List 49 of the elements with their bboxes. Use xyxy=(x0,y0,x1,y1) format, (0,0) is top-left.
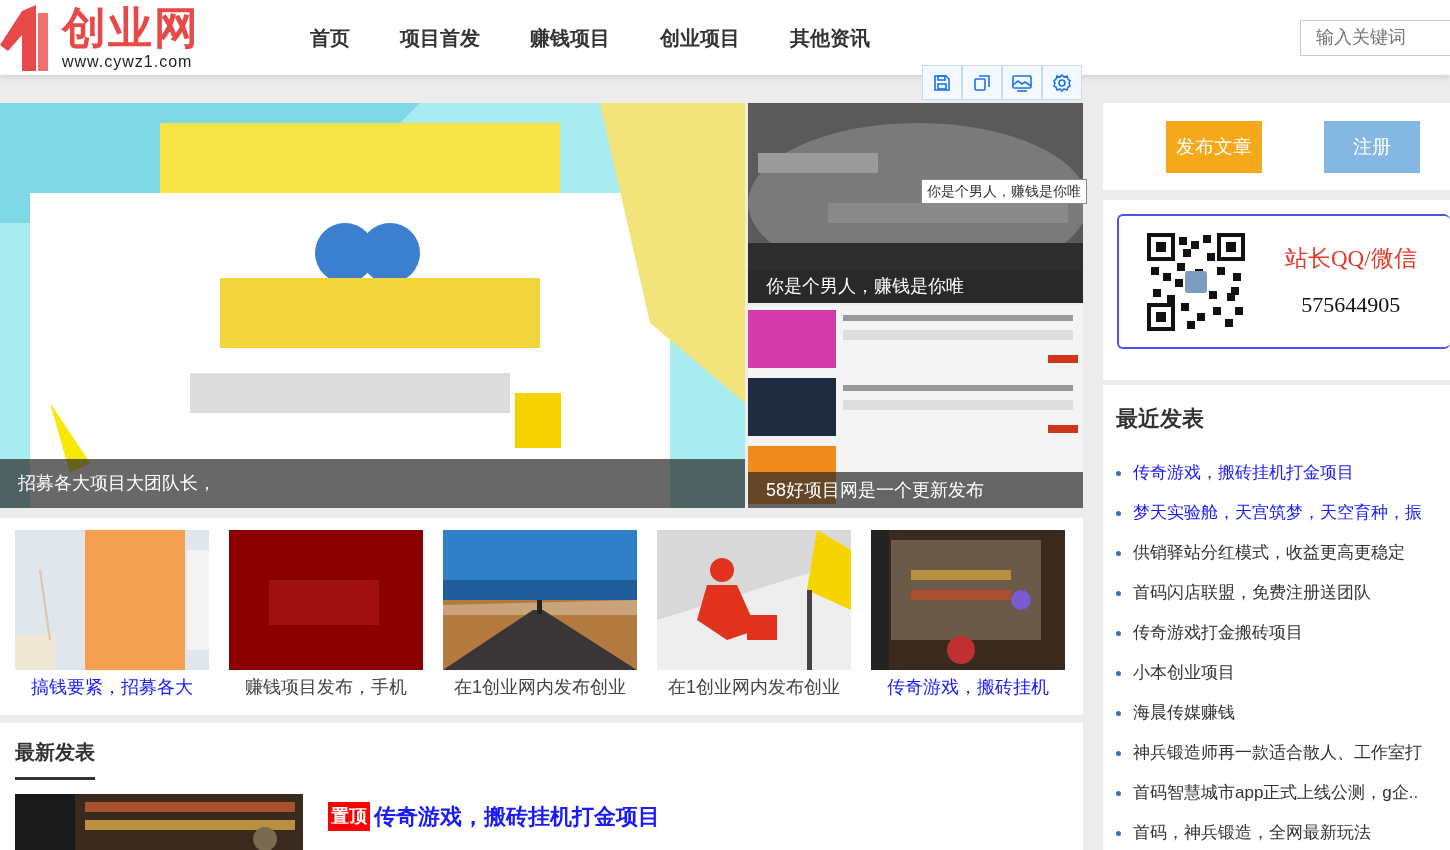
copy-icon[interactable] xyxy=(962,65,1002,100)
thumbnail-link[interactable]: 搞钱要紧，招募各大 xyxy=(31,674,193,701)
slide-caption: 你是个男人，赚钱是你唯 xyxy=(766,275,964,298)
article-link[interactable]: 传奇游戏打金搬砖项目 xyxy=(1133,620,1303,646)
slide-caption: 招募各大项目大团队长， xyxy=(18,472,216,495)
logo-url: www.cywz1.com xyxy=(62,53,194,70)
article-link[interactable]: 传奇游戏，搬砖挂机打金项目 xyxy=(374,800,660,833)
nav-link[interactable]: 首页 xyxy=(310,22,350,53)
logo-name: 创业网 xyxy=(62,5,200,50)
nav-link[interactable]: 项目首发 xyxy=(400,22,480,53)
search-field[interactable]: 输入关键词 xyxy=(1300,19,1450,56)
article-link[interactable]: 小本创业项目 xyxy=(1133,660,1235,686)
contact-number: 575644905 xyxy=(1301,291,1401,320)
bullet-icon xyxy=(1116,590,1121,596)
contact-title: 站长QQ/微信 xyxy=(1285,244,1417,273)
thumbnail-link[interactable]: 赚钱项目发布，手机 xyxy=(245,674,407,701)
thumbnail-link[interactable]: 在1创业网内发布创业 xyxy=(668,674,840,701)
slide-caption: 58好项目网是一个更新发布 xyxy=(766,478,985,502)
bullet-icon xyxy=(1116,630,1121,636)
thumbnail-link[interactable]: 传奇游戏，搬砖挂机 xyxy=(887,674,1049,701)
nav-link[interactable]: 赚钱项目 xyxy=(530,22,610,53)
bullet-icon xyxy=(1116,790,1121,796)
settings-icon[interactable] xyxy=(1042,65,1082,100)
section-title: 最近发表 xyxy=(1116,405,1205,433)
article-link[interactable]: 传奇游戏，搬砖挂机打金项目 xyxy=(1133,460,1354,486)
article-link[interactable]: 海晨传媒赚钱 xyxy=(1133,700,1235,726)
bullet-icon xyxy=(1116,550,1121,556)
bullet-icon xyxy=(1116,510,1121,516)
nav-link[interactable]: 创业项目 xyxy=(660,22,740,53)
nav-link[interactable]: 其他资讯 xyxy=(790,22,870,53)
bullet-icon xyxy=(1116,750,1121,756)
bullet-icon xyxy=(1116,830,1121,836)
thumbnail-link[interactable]: 在1创业网内发布创业 xyxy=(454,674,626,701)
logo-icon xyxy=(0,4,50,71)
article-link[interactable]: 首码闪店联盟，免费注册送团队 xyxy=(1133,580,1371,606)
pinned-tag: 置顶 xyxy=(328,802,370,831)
article-link[interactable]: 梦天实验舱，天宫筑梦，天空育种，振 xyxy=(1133,500,1422,526)
bullet-icon xyxy=(1116,710,1121,716)
tooltip: 你是个男人，赚钱是你唯 xyxy=(921,179,1087,204)
article-link[interactable]: 首码智慧城市app正式上线公测，g企.. xyxy=(1133,780,1419,806)
article-link[interactable]: 首码，神兵锻造，全网最新玩法 xyxy=(1133,820,1371,846)
article-link[interactable]: 供销驿站分红模式，收益更高更稳定 xyxy=(1133,540,1405,566)
qr-code-icon xyxy=(1147,232,1245,331)
bullet-icon xyxy=(1116,470,1121,476)
section-title: 最新发表 xyxy=(15,740,96,765)
article-link[interactable]: 神兵锻造师再一款适合散人、工作室打 xyxy=(1133,740,1422,766)
bullet-icon xyxy=(1116,670,1121,676)
save-icon[interactable] xyxy=(922,65,962,100)
image-icon[interactable] xyxy=(1002,65,1042,100)
